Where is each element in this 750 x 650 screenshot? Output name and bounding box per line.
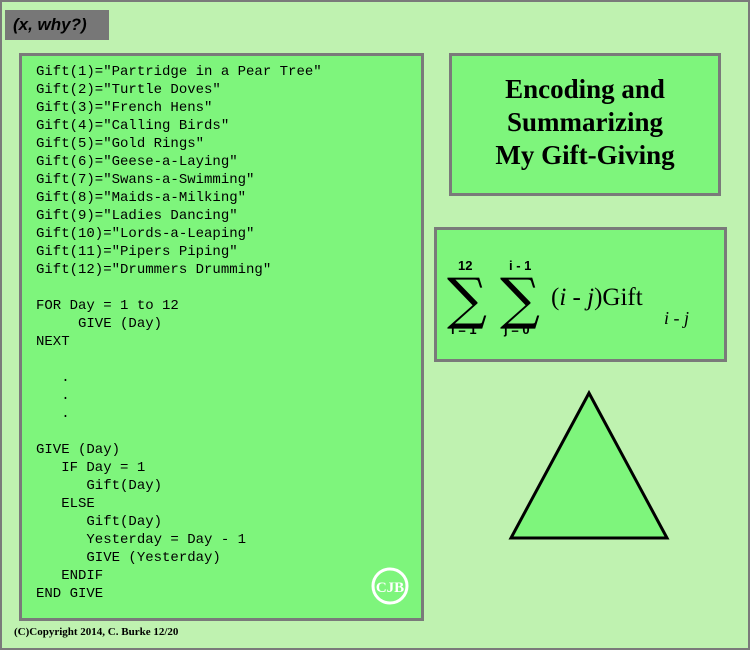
sum2-sigma-icon: ∑ xyxy=(500,267,540,332)
title-panel: Encoding and Summarizing My Gift-Giving xyxy=(449,53,721,196)
title-line-1: Encoding and xyxy=(505,74,665,104)
formula-panel: 12 ∑ i = 1 i - 1 ∑ j = 0 (i - j)Gift i -… xyxy=(434,227,727,362)
triangle-icon xyxy=(508,390,670,540)
pseudocode: Gift(1)="Partridge in a Pear Tree" Gift(… xyxy=(36,64,322,602)
copyright-text: (C)Copyright 2014, C. Burke 12/20 xyxy=(14,626,179,638)
header-tag: (x, why?) xyxy=(5,10,109,40)
code-panel: Gift(1)="Partridge in a Pear Tree" Gift(… xyxy=(19,53,424,621)
title-line-2: Summarizing xyxy=(506,107,663,137)
title-line-3: My Gift-Giving xyxy=(495,140,675,170)
cjb-logo-text: CJB xyxy=(376,580,404,596)
formula-subscript: i - j xyxy=(664,308,689,328)
formula-expression: (i - j)Gift xyxy=(551,284,643,311)
poster-frame: (x, why?) Gift(1)="Partridge in a Pear T… xyxy=(0,0,750,650)
sum1-sigma-icon: ∑ xyxy=(447,267,487,332)
sum2-lower-limit: j = 0 xyxy=(504,322,530,337)
sum1-lower-limit: i = 1 xyxy=(451,322,477,337)
page-title: Encoding and Summarizing My Gift-Giving xyxy=(495,73,674,172)
cjb-logo-icon: CJB xyxy=(371,567,409,605)
